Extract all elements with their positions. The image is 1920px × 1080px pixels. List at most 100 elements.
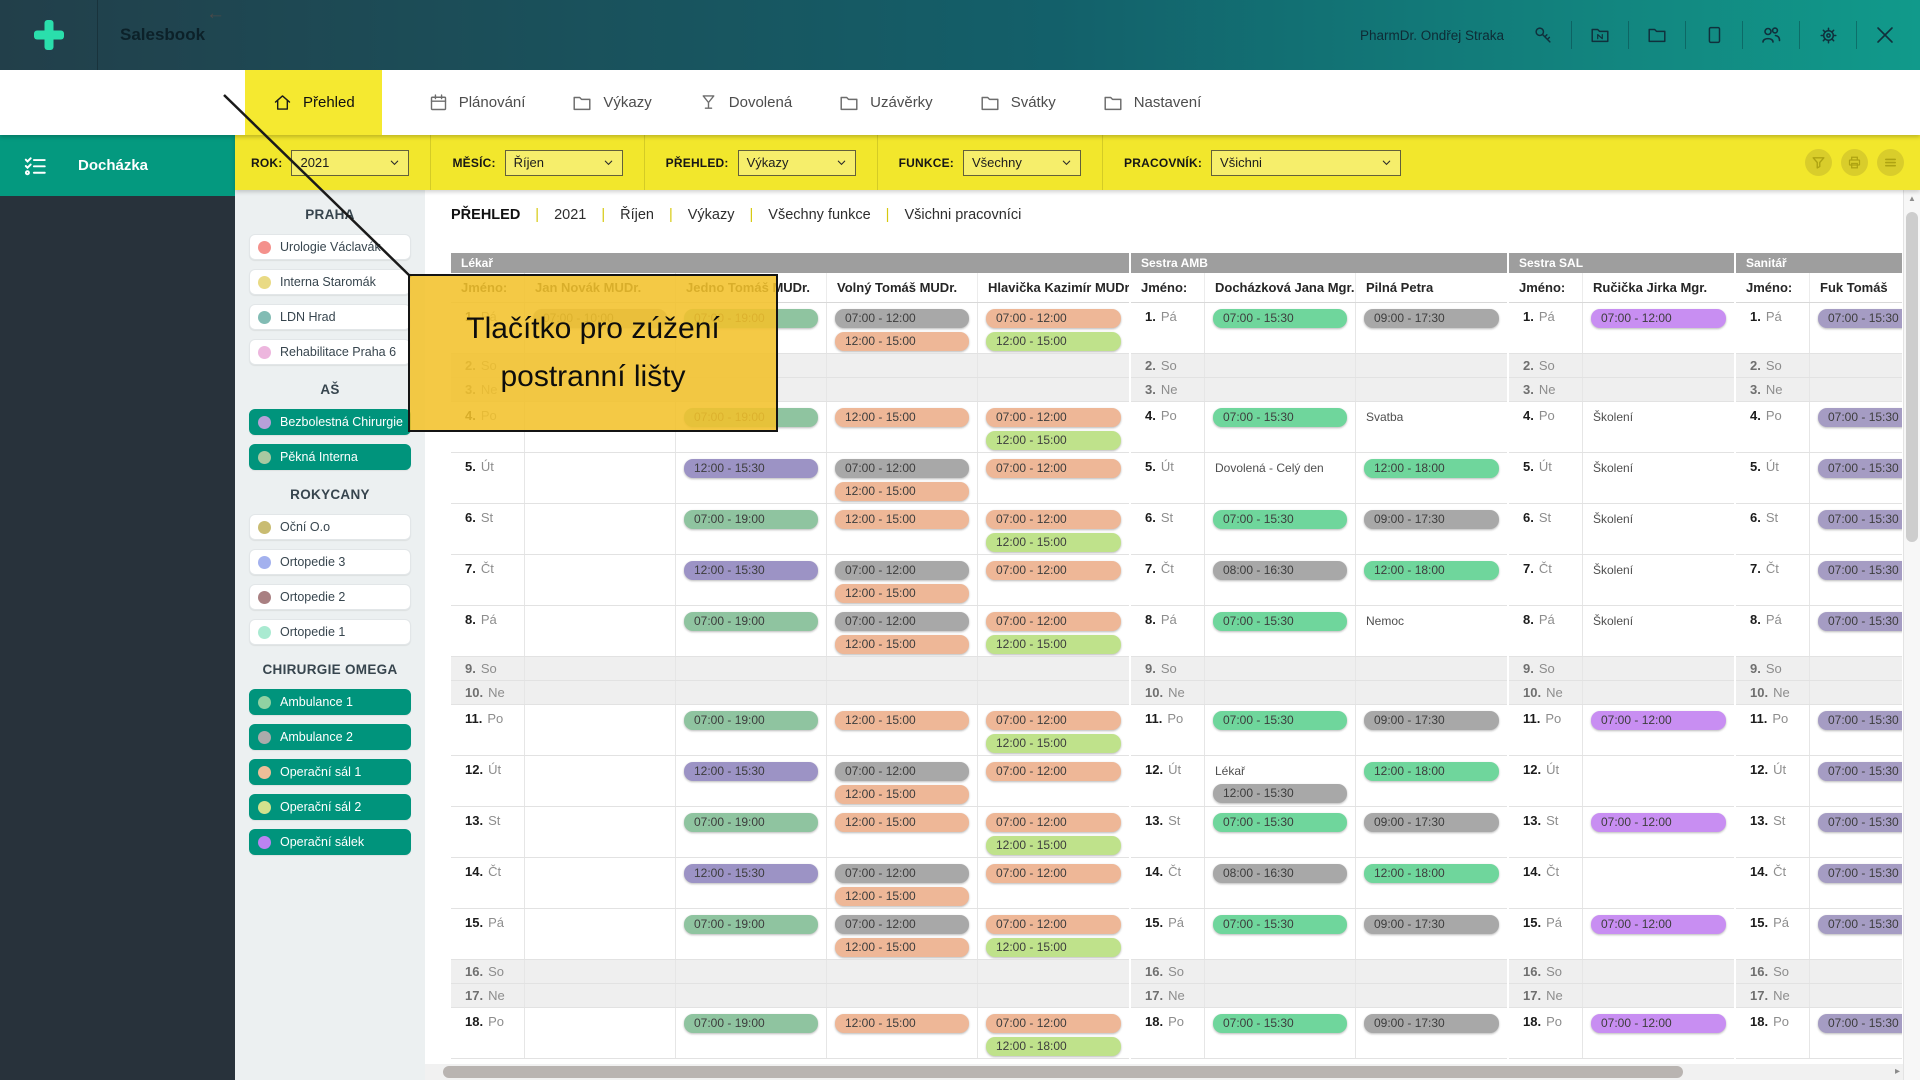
shift-pill[interactable]: 07:00 - 15:30: [1213, 510, 1347, 529]
shift-pill[interactable]: 07:00 - 12:00: [986, 864, 1121, 883]
rok-select[interactable]: 2021: [291, 150, 409, 176]
schedule-note[interactable]: Školení: [1593, 563, 1726, 578]
location-item[interactable]: Oční O.o: [249, 514, 411, 540]
shift-pill[interactable]: 12:00 - 15:00: [835, 408, 969, 427]
sidebar-collapse-button[interactable]: ←: [206, 3, 225, 25]
shift-pill[interactable]: 12:00 - 15:00: [835, 482, 969, 501]
shift-pill[interactable]: 07:00 - 12:00: [986, 711, 1121, 730]
shift-pill[interactable]: 07:00 - 12:00: [835, 864, 969, 883]
shift-pill[interactable]: 12:00 - 15:00: [835, 1014, 969, 1033]
shift-pill[interactable]: 12:00 - 15:30: [684, 762, 818, 781]
shift-pill[interactable]: 07:00 - 12:00: [835, 309, 969, 328]
shift-pill[interactable]: 12:00 - 15:00: [835, 938, 969, 957]
shift-pill[interactable]: 12:00 - 15:00: [835, 635, 969, 654]
horizontal-scrollbar[interactable]: ▸: [425, 1064, 1903, 1080]
horizontal-scrollbar-thumb[interactable]: [443, 1066, 1683, 1078]
shift-pill[interactable]: 09:00 - 17:30: [1364, 510, 1499, 529]
users-icon[interactable]: [1756, 20, 1786, 50]
location-item[interactable]: Ambulance 1: [249, 689, 411, 715]
location-item[interactable]: Rehabilitace Praha 6: [249, 339, 411, 365]
shift-pill[interactable]: 07:00 - 15:30: [1818, 408, 1902, 427]
shift-pill[interactable]: 12:00 - 15:00: [835, 584, 969, 603]
tab-prehled[interactable]: Přehled: [245, 70, 382, 135]
shift-pill[interactable]: 12:00 - 15:00: [986, 431, 1121, 450]
app-logo[interactable]: [0, 0, 98, 70]
shift-pill[interactable]: 07:00 - 15:30: [1818, 612, 1902, 631]
shift-pill[interactable]: 07:00 - 15:30: [1818, 1014, 1902, 1033]
shift-pill[interactable]: 07:00 - 19:00: [684, 711, 818, 730]
shift-pill[interactable]: 07:00 - 15:30: [1818, 762, 1902, 781]
shift-pill[interactable]: 07:00 - 12:00: [835, 459, 969, 478]
shift-pill[interactable]: 07:00 - 15:30: [1213, 711, 1347, 730]
funkce-select[interactable]: Všechny: [963, 150, 1081, 176]
print-button[interactable]: [1841, 149, 1868, 176]
close-icon[interactable]: [1870, 20, 1900, 50]
folder-icon[interactable]: [1642, 20, 1672, 50]
tab-uzaverky[interactable]: Uzávěrky: [838, 70, 933, 135]
shift-pill[interactable]: 07:00 - 19:00: [684, 1014, 818, 1033]
shift-pill[interactable]: 12:00 - 15:30: [684, 561, 818, 580]
shift-pill[interactable]: 09:00 - 17:30: [1364, 1014, 1499, 1033]
shift-pill[interactable]: 12:00 - 15:00: [835, 813, 969, 832]
vertical-scrollbar-thumb[interactable]: [1906, 212, 1918, 542]
shift-pill[interactable]: 07:00 - 12:00: [1591, 309, 1726, 328]
shift-pill[interactable]: 07:00 - 15:30: [1818, 711, 1902, 730]
schedule-note[interactable]: Školení: [1593, 410, 1726, 425]
location-item[interactable]: Operační sálek: [249, 829, 411, 855]
shift-pill[interactable]: 09:00 - 17:30: [1364, 915, 1499, 934]
shift-pill[interactable]: 12:00 - 15:00: [986, 533, 1121, 552]
shift-pill[interactable]: 07:00 - 15:30: [1213, 1014, 1347, 1033]
schedule-note[interactable]: Svatba: [1366, 410, 1499, 425]
shift-pill[interactable]: 07:00 - 12:00: [1591, 813, 1726, 832]
shift-pill[interactable]: 07:00 - 15:30: [1818, 813, 1902, 832]
shift-pill[interactable]: 12:00 - 18:00: [1364, 459, 1499, 478]
shift-pill[interactable]: 12:00 - 15:00: [835, 711, 969, 730]
menu-button[interactable]: [1877, 149, 1904, 176]
location-item[interactable]: Pěkná Interna: [249, 444, 411, 470]
mesic-select[interactable]: Říjen: [505, 150, 623, 176]
location-item[interactable]: Ortopedie 3: [249, 549, 411, 575]
vertical-scrollbar[interactable]: ▲: [1903, 190, 1920, 1080]
location-item[interactable]: Urologie Václavák: [249, 234, 411, 260]
folder-n-icon[interactable]: [1585, 20, 1615, 50]
shift-pill[interactable]: 07:00 - 12:00: [835, 612, 969, 631]
shift-pill[interactable]: 07:00 - 12:00: [986, 915, 1121, 934]
shift-pill[interactable]: 12:00 - 15:00: [835, 887, 969, 906]
tab-svatky[interactable]: Svátky: [979, 70, 1056, 135]
shift-pill[interactable]: 09:00 - 17:30: [1364, 711, 1499, 730]
shift-pill[interactable]: 07:00 - 15:30: [1818, 864, 1902, 883]
shift-pill[interactable]: 08:00 - 16:30: [1213, 561, 1347, 580]
tab-vykazy[interactable]: Výkazy: [571, 70, 651, 135]
shift-pill[interactable]: 07:00 - 19:00: [684, 510, 818, 529]
shift-pill[interactable]: 07:00 - 12:00: [835, 561, 969, 580]
shift-pill[interactable]: 07:00 - 19:00: [684, 915, 818, 934]
location-item[interactable]: Bezbolestná Chirurgie: [249, 409, 411, 435]
filter-button[interactable]: [1805, 149, 1832, 176]
tab-planovani[interactable]: Plánování: [428, 70, 526, 135]
shift-pill[interactable]: 07:00 - 12:00: [986, 309, 1121, 328]
shift-pill[interactable]: 12:00 - 15:00: [986, 836, 1121, 855]
shift-pill[interactable]: 07:00 - 15:30: [1213, 813, 1347, 832]
location-item[interactable]: Ortopedie 1: [249, 619, 411, 645]
shift-pill[interactable]: 07:00 - 19:00: [684, 612, 818, 631]
shift-pill[interactable]: 07:00 - 12:00: [986, 762, 1121, 781]
shift-pill[interactable]: 07:00 - 12:00: [986, 612, 1121, 631]
tab-dovolena[interactable]: Dovolená: [698, 70, 792, 135]
shift-pill[interactable]: 12:00 - 15:00: [835, 510, 969, 529]
shift-pill[interactable]: 12:00 - 18:00: [1364, 561, 1499, 580]
shift-pill[interactable]: 07:00 - 15:30: [1213, 309, 1347, 328]
shift-pill[interactable]: 12:00 - 15:00: [986, 938, 1121, 957]
shift-pill[interactable]: 07:00 - 15:30: [1818, 510, 1902, 529]
shift-pill[interactable]: 07:00 - 15:30: [1818, 561, 1902, 580]
shift-pill[interactable]: 07:00 - 15:30: [1818, 309, 1902, 328]
sidebar-item-dochazka[interactable]: Docházka: [0, 135, 235, 196]
location-item[interactable]: Operační sál 2: [249, 794, 411, 820]
schedule-note[interactable]: Školení: [1593, 512, 1726, 527]
location-item[interactable]: Interna Staromák: [249, 269, 411, 295]
schedule-note[interactable]: Lékař: [1215, 764, 1347, 779]
shift-pill[interactable]: 07:00 - 15:30: [1213, 915, 1347, 934]
shift-pill[interactable]: 07:00 - 12:00: [986, 561, 1121, 580]
shift-pill[interactable]: 12:00 - 18:00: [1364, 762, 1499, 781]
shift-pill[interactable]: 07:00 - 15:30: [1818, 459, 1902, 478]
gear-icon[interactable]: [1813, 20, 1843, 50]
